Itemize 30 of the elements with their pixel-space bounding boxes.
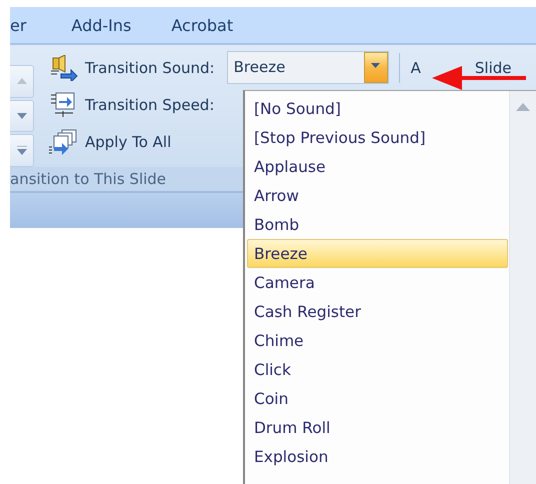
scroll-up-icon (516, 103, 530, 111)
apply-to-all-button[interactable]: Apply To All (85, 132, 172, 150)
speaker-arrow-icon (49, 54, 79, 80)
sound-option[interactable]: Click (247, 355, 508, 384)
sound-option[interactable]: Bomb (247, 210, 508, 239)
scrollbar[interactable] (509, 91, 536, 484)
ribbon-tab[interactable]: er (10, 16, 26, 34)
sound-option[interactable]: Drum Roll (247, 413, 508, 442)
sound-option[interactable]: Cash Register (247, 297, 508, 326)
sound-option[interactable]: [Stop Previous Sound] (247, 123, 508, 152)
transition-speed-label: Transition Speed: (85, 96, 214, 114)
sound-option[interactable]: Chime (247, 326, 508, 355)
transition-sound-label: Transition Sound: (85, 58, 215, 76)
caret-icon (371, 63, 380, 68)
gallery-scroll-down-button[interactable] (10, 100, 34, 132)
dropdown-button[interactable] (364, 52, 388, 83)
gallery-more-button[interactable] (10, 134, 34, 168)
sound-option[interactable]: Explosion (247, 442, 508, 471)
ribbon-tab[interactable]: Add-Ins (71, 16, 132, 34)
ribbon-tab[interactable]: Acrobat (171, 16, 234, 34)
advance-slide-label: A (410, 58, 421, 76)
expand-gallery-icon (16, 146, 26, 156)
up-triangle-icon (16, 78, 26, 84)
sound-option[interactable]: [No Sound] (247, 94, 508, 123)
sound-option[interactable]: Breeze (247, 239, 508, 268)
sound-option[interactable]: Coin (247, 384, 508, 413)
sound-option[interactable]: Camera (247, 268, 508, 297)
down-triangle-icon (16, 113, 26, 119)
advance-slide-label: Slide (474, 58, 512, 76)
transition-sound-dropdown[interactable]: Breeze (226, 51, 389, 84)
